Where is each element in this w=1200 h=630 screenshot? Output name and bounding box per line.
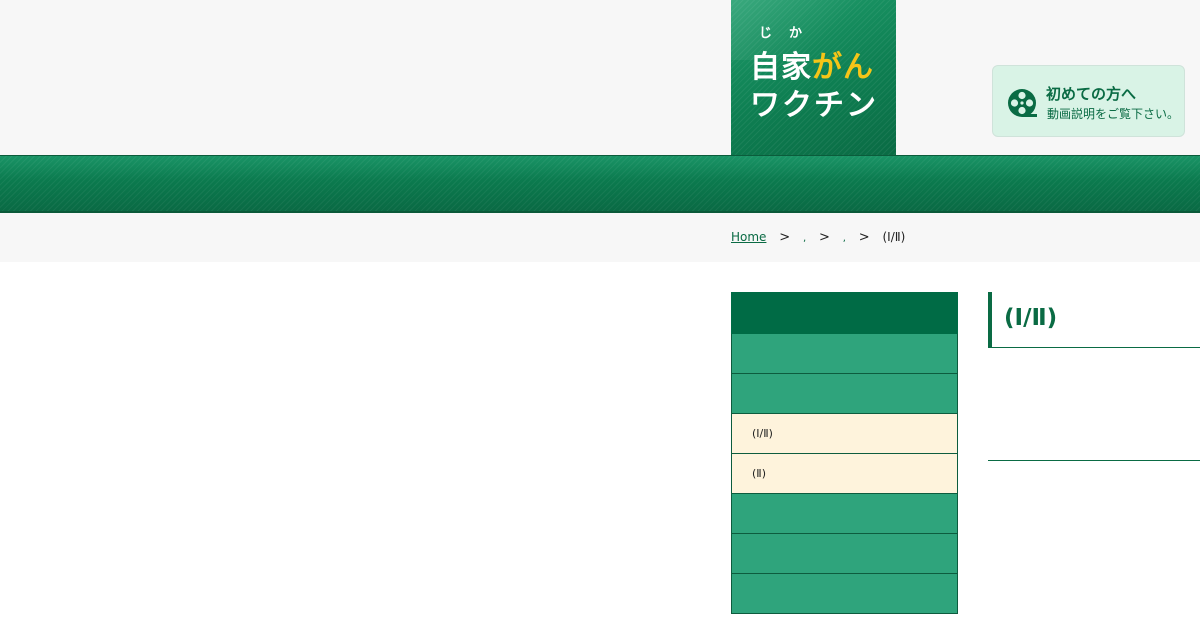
breadcrumb-current: (Ⅰ/Ⅱ) (882, 230, 906, 244)
sidebar-item-5[interactable] (731, 574, 958, 614)
sidebar-header (731, 292, 958, 334)
first-visit-subtitle: 動画説明をご覧下さい。 (1047, 107, 1180, 121)
sidebar-item-label: (Ⅱ) (752, 467, 766, 480)
global-nav-bar (0, 155, 1200, 213)
logo-furigana-ka: か (789, 26, 803, 41)
page-title-box: (Ⅰ/Ⅱ) (988, 292, 1200, 348)
film-reel-icon (1008, 89, 1037, 117)
sidebar-item-4[interactable] (731, 534, 958, 574)
breadcrumb-separator: > (858, 230, 870, 245)
sidebar-item-3[interactable] (731, 494, 958, 534)
first-visit-video-button[interactable]: 初めての方へ 動画説明をご覧下さい。 (992, 65, 1185, 137)
logo-line-2: ワクチン (750, 88, 878, 123)
sidebar-menu: (Ⅰ/Ⅱ) (Ⅱ) (731, 292, 958, 614)
breadcrumb-link-1[interactable]: , (803, 233, 806, 244)
sidebar-item-2[interactable] (731, 374, 958, 414)
breadcrumb-link-2[interactable]: , (843, 233, 846, 244)
sidebar-subitem-1-2[interactable]: (Ⅰ/Ⅱ) (731, 414, 958, 454)
content-divider (988, 460, 1200, 461)
sidebar-item-label: (Ⅰ/Ⅱ) (752, 427, 773, 440)
breadcrumb-separator: > (779, 230, 791, 245)
sidebar-item-1[interactable] (731, 334, 958, 374)
site-logo[interactable]: じ か 自家がん ワクチン (731, 0, 896, 155)
logo-furigana-ji: じ (759, 26, 773, 41)
first-visit-title: 初めての方へ (1046, 85, 1137, 103)
breadcrumb: Home > , > , > (Ⅰ/Ⅱ) (731, 230, 905, 245)
breadcrumb-separator: > (819, 230, 830, 245)
breadcrumb-bar (0, 213, 1200, 262)
sidebar-subitem-2[interactable]: (Ⅱ) (731, 454, 958, 494)
page-title: (Ⅰ/Ⅱ) (1004, 305, 1058, 331)
breadcrumb-home-link[interactable]: Home (731, 230, 766, 244)
